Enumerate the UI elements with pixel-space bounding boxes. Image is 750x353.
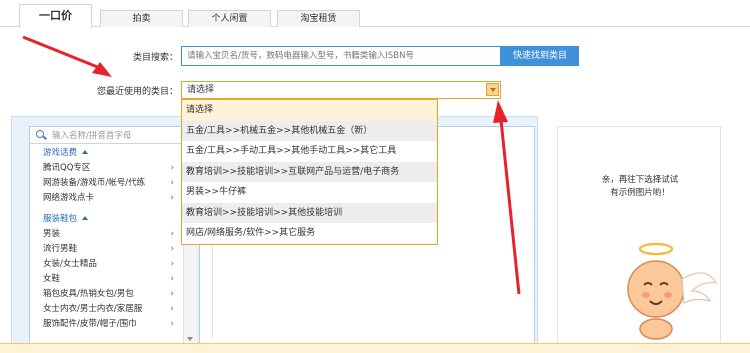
collapse-icon xyxy=(82,216,89,220)
category-item[interactable]: 网络游戏点卡 › xyxy=(30,191,196,206)
dropdown-option[interactable]: 五金/工具>>手动工具>>其他手动工具>>其它工具 xyxy=(182,141,437,162)
dropdown-option[interactable]: 教育培训>>技能培训>>其他技能培训 xyxy=(182,202,437,223)
recent-category-dropdown: 请选择 五金/工具>>机械五金>>其他机械五金（新） 五金/工具>>手动工具>>… xyxy=(181,99,438,245)
category-item[interactable]: 流行男鞋 › xyxy=(30,242,196,257)
category-item[interactable]: 女士内衣/男士内衣/家居服 › xyxy=(30,302,196,317)
chevron-right-icon: › xyxy=(170,229,174,239)
angel-mascot-icon xyxy=(627,242,717,340)
category-search-label: 类目搜索： xyxy=(132,53,178,63)
collapse-icon xyxy=(82,150,89,154)
category-item[interactable]: 女装/女士精品 › xyxy=(30,257,196,272)
example-hint-box: 亲，再往下选择试试 有示例图片哟！ xyxy=(557,126,721,346)
category-item[interactable]: 女鞋 › xyxy=(30,272,196,287)
category-item[interactable]: 网游装备/游戏币/帐号/代练 › xyxy=(30,176,196,191)
chevron-down-icon[interactable] xyxy=(486,83,499,96)
chevron-right-icon: › xyxy=(170,304,174,314)
category-filter-placeholder[interactable]: 输入名称/拼音首字母 xyxy=(52,129,131,141)
category-list-box: 输入名称/拼音首字母 游戏话费 腾讯QQ专区 › 网游装备/游戏币/帐号/代练 › … xyxy=(29,126,197,346)
chevron-right-icon: › xyxy=(170,274,174,284)
dropdown-option[interactable]: 五金/工具>>机械五金>>其他机械五金（新） xyxy=(182,120,437,141)
annotation-arrow-topleft xyxy=(22,35,112,77)
category-filter[interactable]: 输入名称/拼音首字母 xyxy=(30,127,196,144)
category-group-header[interactable]: 游戏话费 xyxy=(30,146,196,161)
dropdown-option[interactable]: 教育培训>>技能培训>>互联网产品与运营/电子商务 xyxy=(182,161,437,182)
example-hint-text: 亲，再往下选择试试 有示例图片哟！ xyxy=(601,175,679,198)
quick-find-category-button[interactable]: 快速找到类目 xyxy=(501,46,579,66)
category-list: 游戏话费 腾讯QQ专区 › 网游装备/游戏币/帐号/代练 › 网络游戏点卡 › 服装鞋… xyxy=(30,146,196,332)
chevron-right-icon: › xyxy=(170,319,174,329)
category-group-header[interactable]: 服装鞋包 xyxy=(30,212,196,227)
category-item[interactable]: 男装 › xyxy=(30,227,196,242)
chevron-right-icon: › xyxy=(170,289,174,299)
chevron-right-icon: › xyxy=(170,163,174,173)
chevron-right-icon: › xyxy=(170,178,174,188)
search-icon xyxy=(36,130,44,138)
recent-category-select[interactable]: 请选择 xyxy=(181,81,501,99)
tab-auction[interactable]: 拍卖 xyxy=(100,10,183,27)
tab-taobao-rental[interactable]: 淘宝租赁 xyxy=(277,10,360,27)
chevron-right-icon: › xyxy=(170,193,174,203)
tab-fixed-price[interactable]: 一口价 xyxy=(19,4,92,28)
dropdown-option[interactable]: 男装>>牛仔裤 xyxy=(182,182,437,203)
tab-bar: 一口价 拍卖 个人闲置 淘宝租赁 xyxy=(0,0,750,28)
publish-category-page: 一口价 拍卖 个人闲置 淘宝租赁 类目搜索： 快速找到类目 您最近使用的类目： … xyxy=(0,0,750,353)
chevron-right-icon: › xyxy=(170,244,174,254)
category-item[interactable]: 箱包皮具/热销女包/男包 › xyxy=(30,287,196,302)
dropdown-option[interactable]: 网店/网络服务/软件>>其它服务 xyxy=(182,223,437,244)
category-search-input[interactable] xyxy=(181,46,501,66)
chevron-right-icon: › xyxy=(170,259,174,269)
bottom-notice-strip xyxy=(0,343,750,353)
recent-category-label: 您最近使用的类目： xyxy=(96,87,178,97)
category-item[interactable]: 腾讯QQ专区 › xyxy=(30,161,196,176)
scroll-down-icon[interactable] xyxy=(187,337,193,341)
category-item[interactable]: 服饰配件/皮带/帽子/围巾 › xyxy=(30,317,196,332)
tab-personal-idle[interactable]: 个人闲置 xyxy=(188,10,271,27)
dropdown-option[interactable]: 请选择 xyxy=(182,100,437,121)
